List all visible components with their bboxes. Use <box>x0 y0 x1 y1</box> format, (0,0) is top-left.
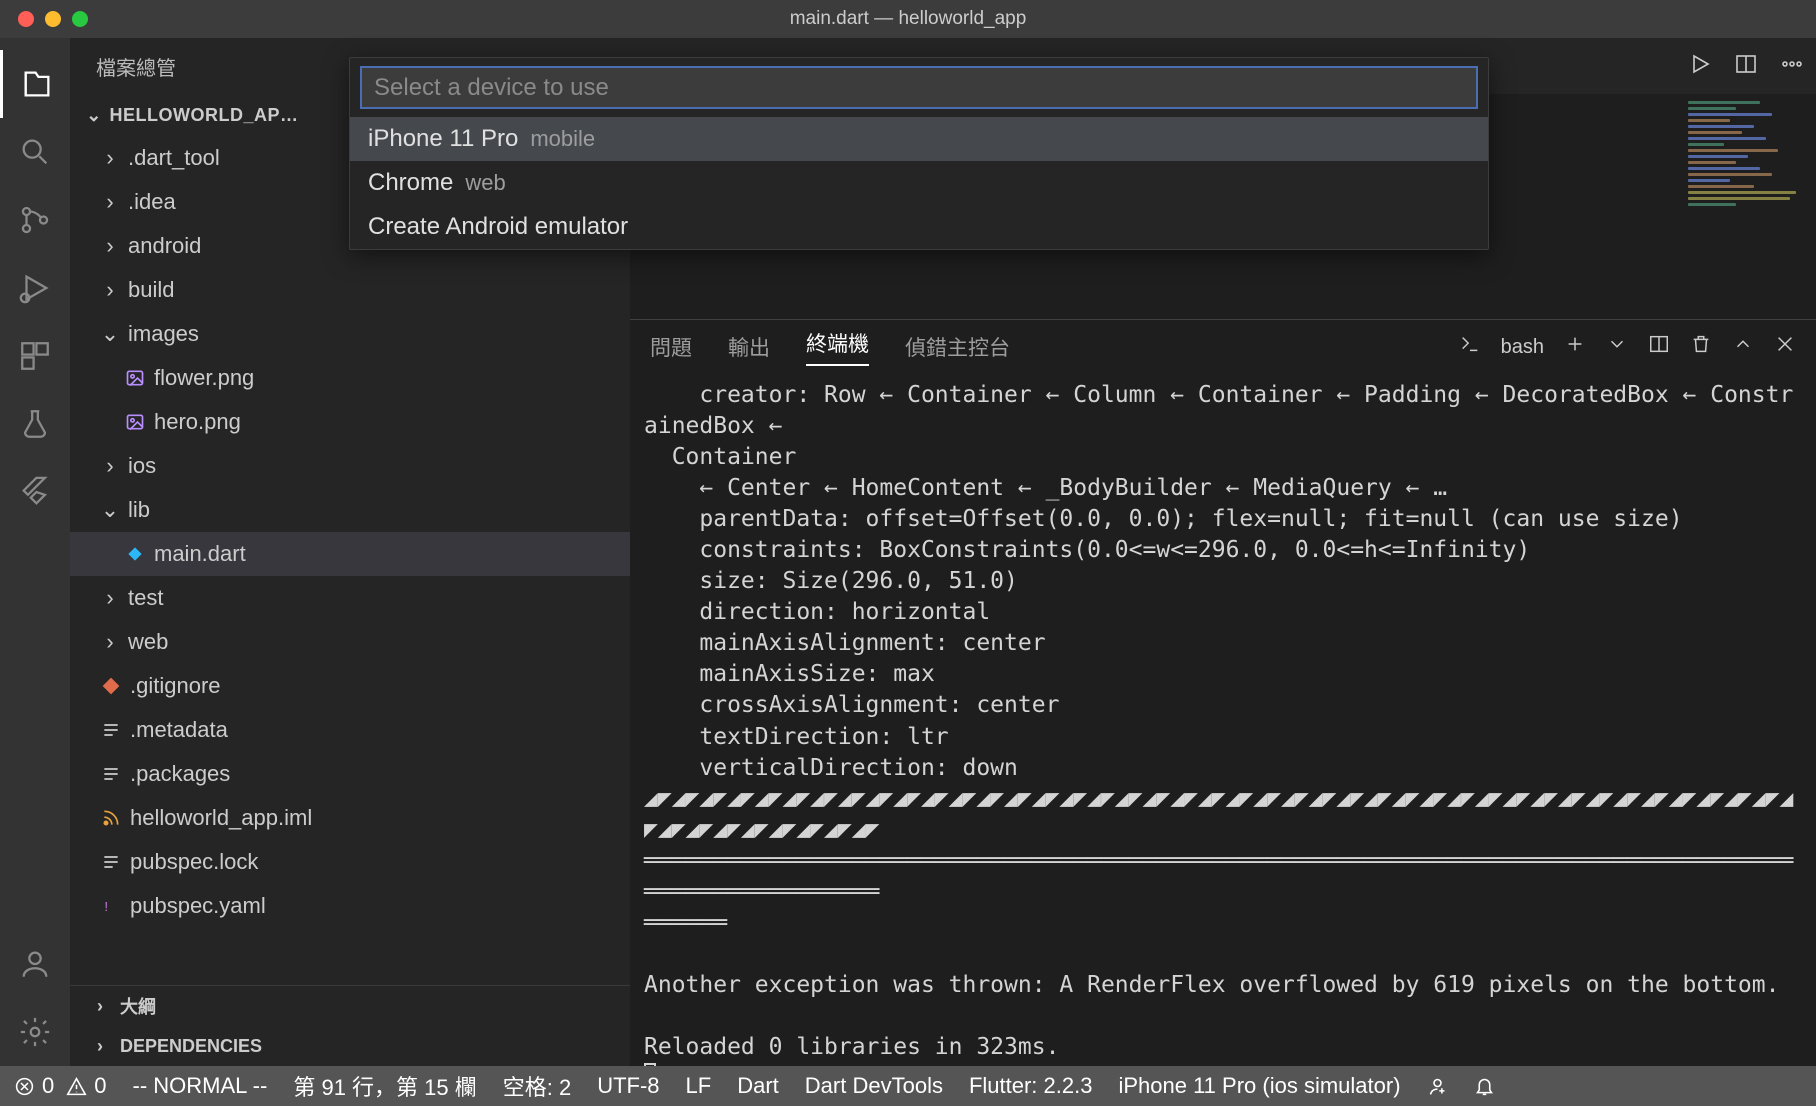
close-window-button[interactable] <box>18 11 34 27</box>
file-hero-png[interactable]: hero.png <box>70 400 630 444</box>
file-iml[interactable]: helloworld_app.iml <box>70 796 630 840</box>
file-packages[interactable]: .packages <box>70 752 630 796</box>
more-icon[interactable] <box>1780 52 1804 81</box>
status-language[interactable]: Dart <box>737 1073 779 1099</box>
file-tree: ›.dart_tool ›.idea ›android ›build ⌄imag… <box>70 136 630 985</box>
file-pubspec-lock[interactable]: pubspec.lock <box>70 840 630 884</box>
explorer-icon[interactable] <box>0 50 70 118</box>
panel-tab-terminal[interactable]: 終端機 <box>806 328 869 366</box>
panel-tab-debug[interactable]: 偵錯主控台 <box>905 332 1010 362</box>
status-encoding[interactable]: UTF-8 <box>597 1073 659 1099</box>
status-vim-mode: -- NORMAL -- <box>133 1073 268 1099</box>
status-devtools[interactable]: Dart DevTools <box>805 1073 943 1099</box>
folder-build[interactable]: ›build <box>70 268 630 312</box>
status-bell-icon[interactable] <box>1474 1076 1495 1097</box>
activity-bar <box>0 38 70 1066</box>
source-control-icon[interactable] <box>0 186 70 254</box>
terminal-output[interactable]: creator: Row ← Container ← Column ← Cont… <box>630 374 1816 1066</box>
device-picker-input[interactable] <box>374 74 1464 102</box>
new-terminal-icon[interactable] <box>1564 333 1586 361</box>
split-terminal-icon[interactable] <box>1648 333 1670 361</box>
image-icon <box>124 367 146 389</box>
dart-file-icon <box>124 543 146 565</box>
window-title: main.dart — helloworld_app <box>0 8 1816 30</box>
svg-text:!: ! <box>104 899 108 914</box>
status-warnings[interactable]: 0 <box>66 1073 106 1099</box>
folder-ios[interactable]: ›ios <box>70 444 630 488</box>
git-icon <box>100 675 122 697</box>
file-main-dart[interactable]: main.dart <box>70 532 630 576</box>
folder-web[interactable]: ›web <box>70 620 630 664</box>
extensions-icon[interactable] <box>0 322 70 390</box>
window-controls <box>18 11 88 27</box>
status-device[interactable]: iPhone 11 Pro (ios simulator) <box>1118 1073 1400 1099</box>
image-icon <box>124 411 146 433</box>
panel-tab-problems[interactable]: 問題 <box>650 332 692 362</box>
titlebar: main.dart — helloworld_app <box>0 0 1816 38</box>
device-option-create-emulator[interactable]: Create Android emulator <box>350 205 1488 249</box>
status-flutter[interactable]: Flutter: 2.2.3 <box>969 1073 1093 1099</box>
close-panel-icon[interactable] <box>1774 333 1796 361</box>
run-debug-icon[interactable] <box>0 254 70 322</box>
status-eol[interactable]: LF <box>686 1073 712 1099</box>
trash-icon[interactable] <box>1690 333 1712 361</box>
search-icon[interactable] <box>0 118 70 186</box>
status-indent[interactable]: 空格: 2 <box>503 1070 571 1102</box>
dependencies-section[interactable]: ›DEPENDENCIES <box>70 1026 630 1066</box>
chevron-up-icon[interactable] <box>1732 333 1754 361</box>
split-editor-icon[interactable] <box>1734 52 1758 81</box>
file-flower-png[interactable]: flower.png <box>70 356 630 400</box>
panel-tab-output[interactable]: 輸出 <box>728 332 770 362</box>
run-icon[interactable] <box>1688 52 1712 81</box>
yaml-icon: ! <box>100 895 122 917</box>
lines-icon <box>100 851 122 873</box>
file-metadata[interactable]: .metadata <box>70 708 630 752</box>
terminal-shell-label[interactable]: bash <box>1501 336 1544 359</box>
status-bar: 0 0 -- NORMAL -- 第 91 行，第 15 欄 空格: 2 UTF… <box>0 1066 1816 1106</box>
project-name: HELLOWORLD_AP… <box>110 105 299 126</box>
rss-icon <box>100 807 122 829</box>
device-option-chrome[interactable]: Chrome web <box>350 161 1488 205</box>
maximize-window-button[interactable] <box>72 11 88 27</box>
terminal-cursor <box>644 1063 656 1066</box>
status-cursor-position[interactable]: 第 91 行，第 15 欄 <box>293 1070 476 1102</box>
device-picker-input-wrap[interactable] <box>360 66 1478 109</box>
lines-icon <box>100 719 122 741</box>
outline-section[interactable]: ›大綱 <box>70 986 630 1026</box>
testing-icon[interactable] <box>0 390 70 458</box>
device-picker: iPhone 11 Pro mobile Chrome web Create A… <box>349 57 1489 250</box>
file-pubspec-yaml[interactable]: !pubspec.yaml <box>70 884 630 928</box>
chevron-down-icon[interactable] <box>1606 333 1628 361</box>
accounts-icon[interactable] <box>0 930 70 998</box>
minimize-window-button[interactable] <box>45 11 61 27</box>
device-option-iphone[interactable]: iPhone 11 Pro mobile <box>350 117 1488 161</box>
folder-test[interactable]: ›test <box>70 576 630 620</box>
file-gitignore[interactable]: .gitignore <box>70 664 630 708</box>
settings-gear-icon[interactable] <box>0 998 70 1066</box>
terminal-launch-icon[interactable] <box>1459 333 1481 361</box>
lines-icon <box>100 763 122 785</box>
folder-images[interactable]: ⌄images <box>70 312 630 356</box>
bottom-panel: 問題 輸出 終端機 偵錯主控台 bash creator: Row ← Cont… <box>630 319 1816 1066</box>
status-errors[interactable]: 0 <box>14 1073 54 1099</box>
folder-lib[interactable]: ⌄lib <box>70 488 630 532</box>
flutter-icon[interactable] <box>0 458 70 526</box>
status-feedback-icon[interactable] <box>1427 1076 1448 1097</box>
